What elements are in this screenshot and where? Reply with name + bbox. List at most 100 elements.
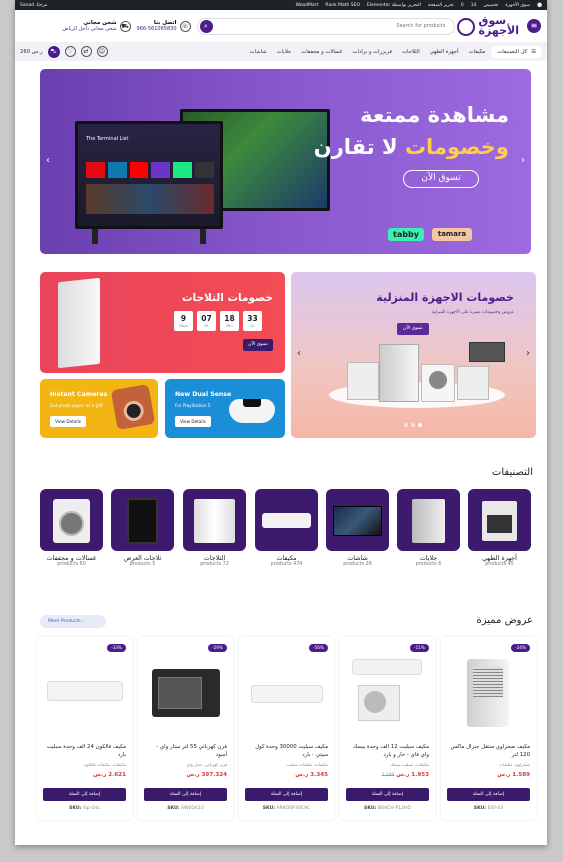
- nav-link[interactable]: مكيفات: [469, 49, 486, 55]
- controller-image: [229, 399, 275, 423]
- slider-dot[interactable]: [404, 423, 408, 427]
- wpbar-user[interactable]: مرحبًا، Sanad: [20, 3, 47, 8]
- nav-link[interactable]: أجهزة الطهي: [430, 49, 459, 55]
- more-products-button[interactable]: More Products ›: [40, 615, 106, 628]
- product-category[interactable]: صحراوي، مكيفات: [499, 762, 530, 767]
- countdown-timer: 9 Days 07 Hr 18 Min 33 Sc: [174, 311, 262, 331]
- search-icon[interactable]: ⌕: [199, 19, 213, 33]
- site-logo[interactable]: سوق الأجهزة: [456, 15, 520, 37]
- all-categories-button[interactable]: ☰ كل التصنيفات: [491, 45, 542, 58]
- instant-cameras-banner[interactable]: Instant Cameras Get photo paper as a gif…: [40, 379, 158, 438]
- add-to-cart-button[interactable]: إضافة إلى السلة: [144, 788, 227, 801]
- add-to-cart-button[interactable]: إضافة إلى السلة: [346, 788, 429, 801]
- account-icon[interactable]: ☺: [96, 46, 108, 57]
- category-name: ثلاجات العرض: [123, 554, 162, 562]
- category-name: الثلاجات: [203, 554, 226, 562]
- nav-link[interactable]: غسالات و مجففات: [301, 49, 342, 55]
- compare-icon[interactable]: ⇄: [80, 46, 92, 57]
- cart-total[interactable]: 260 ر.س: [20, 49, 43, 55]
- wpbar-item[interactable]: تحرير الصفحة: [428, 3, 454, 8]
- product-card[interactable]: -33% مكيف فالكون 24 الف وحدة سبليت بارد …: [37, 637, 132, 820]
- wp-logo-icon[interactable]: ⬤: [537, 3, 542, 8]
- product-category[interactable]: مكيفات، مكيفات سبليت: [286, 762, 328, 767]
- product-card[interactable]: -24% مكيف صحراوي متنقل جنرال ماكس 120 لت…: [441, 637, 536, 820]
- cart-icon[interactable]: ⛍: [47, 45, 60, 58]
- display-fridge-image: [111, 489, 174, 551]
- wpbar-item[interactable]: التحرير بواسطة Elementor: [367, 3, 421, 8]
- category-card[interactable]: مكيفات products 474: [255, 489, 318, 567]
- fridge-shop-button[interactable]: تسوق الآن: [243, 339, 273, 351]
- cameras-view-details-button[interactable]: View Details: [50, 416, 86, 427]
- nav-link[interactable]: فريزرات و برادات: [353, 49, 392, 55]
- wishlist-icon[interactable]: ♡: [64, 46, 76, 57]
- wpbar-item[interactable]: Rank Math SEO: [325, 3, 360, 8]
- logo-line-2: الأجهزة: [478, 24, 520, 37]
- discount-badge: -29%: [208, 644, 227, 652]
- product-category[interactable]: مكيفات، سبليت بيسك: [391, 762, 429, 767]
- logo-ring-icon: [456, 18, 475, 36]
- hero-shop-now-button[interactable]: تسوق الآن: [403, 170, 479, 188]
- chevron-right-icon[interactable]: ›: [526, 348, 530, 359]
- slider-dot[interactable]: [411, 423, 415, 427]
- fridge-discount-banner[interactable]: خصومات الثلاجات 9 Days 07 Hr 18 Min 33 Sc تس…: [40, 272, 285, 373]
- category-count: products 60: [57, 562, 86, 567]
- product-name[interactable]: مكيف سبليت 30000 وحدة كول سيتي - بارد: [245, 744, 328, 759]
- chevron-left-icon[interactable]: ‹: [297, 348, 301, 359]
- category-card[interactable]: غسالات و مجففات products 60: [40, 489, 103, 567]
- product-card[interactable]: -56% مكيف سبليت 30000 وحدة كول سيتي - با…: [239, 637, 334, 820]
- stove-image: [468, 489, 531, 551]
- browser-page: ⬤ سوق الأجهزة تخصيص 14 0 تحرير الصفحة ال…: [15, 0, 547, 845]
- category-name: جلايات: [419, 554, 438, 562]
- category-card[interactable]: ثلاجات العرض products 5: [111, 489, 174, 567]
- wpbar-item[interactable]: 14: [471, 3, 477, 8]
- product-card[interactable]: -11% مكيف سبليت 12 الف وحدة بيسك واي فاي…: [340, 637, 435, 820]
- product-card[interactable]: -29% فرن كهربائي 55 لتر ستار واي - أسود …: [138, 637, 233, 820]
- wpbar-item[interactable]: 0: [461, 3, 464, 8]
- product-name[interactable]: مكيف فالكون 24 الف وحدة سبليت بارد: [43, 744, 126, 759]
- cameras-subtitle: Get photo paper as a gift: [50, 403, 103, 408]
- category-card[interactable]: الثلاجات products 72: [183, 489, 246, 567]
- camera-image: [110, 384, 156, 430]
- add-to-cart-button[interactable]: إضافة إلى السلة: [245, 788, 328, 801]
- category-card[interactable]: شاشات products 26: [326, 489, 389, 567]
- category-card[interactable]: جلايات products 6: [397, 489, 460, 567]
- chevron-right-icon[interactable]: ›: [521, 155, 525, 166]
- tv-screen-text: The Terminal List: [86, 136, 129, 142]
- discount-badge: -33%: [107, 644, 126, 652]
- category-count: products 6: [415, 562, 442, 567]
- wpbar-item[interactable]: WoodMart: [296, 3, 319, 8]
- phone-number[interactable]: 966-561065830: [137, 26, 177, 32]
- truck-icon: ⛟: [119, 20, 131, 32]
- add-to-cart-button[interactable]: إضافة إلى السلة: [43, 788, 126, 801]
- dualsense-view-details-button[interactable]: View Details: [175, 416, 211, 427]
- product-price: 2.621 ر.س: [93, 772, 126, 778]
- product-category[interactable]: فرن كهربائي، ستار واي: [186, 762, 227, 767]
- add-to-cart-button[interactable]: إضافة إلى السلة: [447, 788, 530, 801]
- nav-link[interactable]: الثلاجات: [402, 49, 420, 55]
- hero-slider[interactable]: The Terminal List مشاهدة ممتعة وخصومات ل…: [40, 69, 531, 254]
- home-shop-button[interactable]: تسوق الآن: [397, 323, 429, 335]
- tv-image-front: The Terminal List: [75, 121, 223, 229]
- product-name[interactable]: فرن كهربائي 55 لتر ستار واي - أسود: [144, 744, 227, 759]
- wpbar-item[interactable]: سوق الأجهزة: [505, 3, 530, 8]
- product-name[interactable]: مكيف سبليت 12 الف وحدة بيسك واي فاي - حا…: [346, 744, 429, 759]
- chevron-left-icon[interactable]: ‹: [46, 155, 50, 166]
- shipping-sub: شحن مجاني داخل الرياض: [62, 26, 117, 32]
- nav-link[interactable]: شاشات: [250, 49, 267, 55]
- search-bar: ⌕: [196, 17, 455, 35]
- product-name[interactable]: مكيف صحراوي متنقل جنرال ماكس 120 لتر: [447, 744, 530, 759]
- dual-sense-banner[interactable]: New Dual Sense For PlayStation 5 View De…: [165, 379, 285, 438]
- product-sku: SKU: ARKOSP30CAC: [262, 806, 311, 811]
- wpbar-item[interactable]: تخصيص: [483, 3, 498, 8]
- header-icons: 260 ر.س ⛍ ♡ ⇄ ☺: [20, 45, 108, 58]
- wp-admin-bar: ⬤ سوق الأجهزة تخصيص 14 0 تحرير الصفحة ال…: [15, 0, 547, 10]
- dualsense-subtitle: For PlayStation 5: [175, 403, 211, 408]
- product-category[interactable]: مكيفات، مكيفات فالكون: [84, 762, 126, 767]
- category-count: products 474: [270, 562, 303, 567]
- slider-dot[interactable]: [418, 423, 422, 427]
- home-appliances-banner[interactable]: خصومات الاجهزة المنزلية عروض وخصومات ممي…: [291, 272, 536, 438]
- menu-icon[interactable]: ≡: [527, 19, 541, 33]
- nav-link[interactable]: جلايات: [277, 49, 292, 55]
- category-card[interactable]: أجهزة الطهي products 45: [468, 489, 531, 567]
- search-input[interactable]: [212, 23, 454, 29]
